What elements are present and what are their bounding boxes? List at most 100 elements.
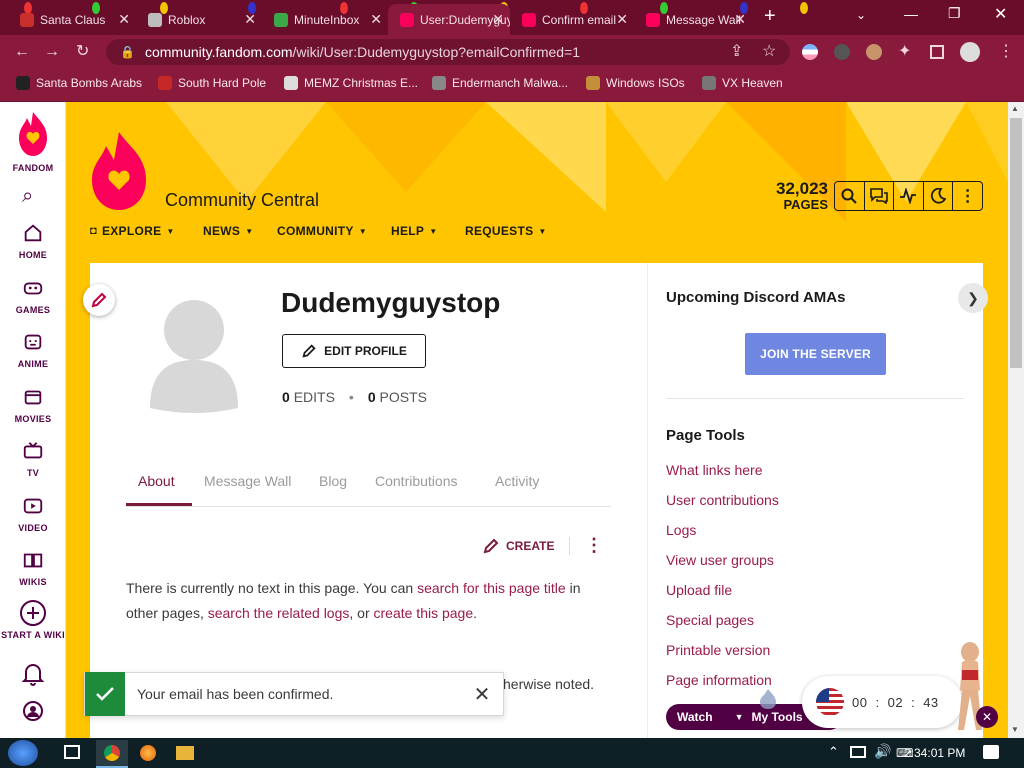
rail-item-wikis[interactable]: WIKIS: [0, 549, 66, 587]
close-icon[interactable]: ✕: [492, 11, 504, 28]
back-icon[interactable]: ←: [14, 43, 30, 61]
fandom-logo-icon[interactable]: [17, 110, 49, 158]
bookmark-item[interactable]: VX Heaven: [702, 76, 783, 90]
page-tool-link[interactable]: What links here: [666, 462, 762, 478]
file-explorer-icon[interactable]: [176, 746, 194, 760]
tab-contributions[interactable]: Contributions: [375, 473, 458, 489]
scroll-down-icon[interactable]: ▼: [1011, 725, 1019, 734]
reload-icon[interactable]: ↻: [76, 43, 89, 61]
tab-user-page[interactable]: User:Dudemyguystop ✕: [388, 4, 510, 35]
bookmark-item[interactable]: Santa Bombs Arabs: [16, 76, 142, 90]
close-icon[interactable]: ✕: [370, 11, 382, 28]
search-icon[interactable]: ⌕: [22, 185, 33, 208]
rail-item-video[interactable]: VIDEO: [0, 495, 66, 533]
edit-page-button[interactable]: [83, 284, 115, 316]
close-icon[interactable]: ✕: [616, 11, 628, 28]
tab-roblox[interactable]: Roblox ✕: [136, 4, 262, 35]
page-tool-link[interactable]: Page information: [666, 672, 772, 688]
close-icon[interactable]: ✕: [734, 11, 746, 28]
taskbar-clock[interactable]: 2:34:01 PM: [904, 746, 965, 760]
bookmark-item[interactable]: Endermanch Malwa...: [432, 76, 568, 90]
window-close-icon[interactable]: ✕: [994, 4, 1007, 24]
discussions-button[interactable]: [865, 182, 895, 210]
timer-close-icon[interactable]: ✕: [976, 706, 998, 728]
wiki-more-button[interactable]: ⋮: [953, 182, 982, 210]
rail-item-anime[interactable]: ANIME: [0, 331, 66, 369]
tab-blog[interactable]: Blog: [319, 473, 347, 489]
toast-close-icon[interactable]: ✕: [461, 682, 503, 707]
rail-item-games[interactable]: GAMES: [0, 277, 66, 315]
forward-icon[interactable]: →: [44, 43, 60, 61]
page-tool-link[interactable]: Upload file: [666, 582, 732, 598]
rail-item-home[interactable]: HOME: [0, 222, 66, 260]
tab-search-icon[interactable]: ⌄: [856, 8, 866, 22]
create-page-link[interactable]: create this page: [374, 605, 474, 621]
side-panel-icon[interactable]: [930, 45, 944, 59]
join-server-button[interactable]: JOIN THE SERVER: [745, 333, 886, 375]
extensions-puzzle-icon[interactable]: ✦: [898, 43, 911, 61]
page-tool-link[interactable]: View user groups: [666, 552, 774, 568]
edit-profile-button[interactable]: EDIT PROFILE: [282, 334, 426, 368]
search-logs-link[interactable]: search the related logs: [208, 605, 350, 621]
address-bar[interactable]: 🔒 community.fandom.com/wiki/User:Dudemyg…: [106, 39, 790, 65]
tab-about[interactable]: About: [138, 473, 175, 489]
watch-button[interactable]: Watch: [677, 710, 713, 724]
firefox-icon[interactable]: [140, 745, 156, 761]
tab-confirm-email[interactable]: Confirm email ✕: [510, 4, 634, 35]
scrollbar-thumb[interactable]: [1010, 118, 1022, 368]
tab-santa[interactable]: Santa Claus ✕: [8, 4, 136, 35]
my-tools-button[interactable]: My Tools: [751, 710, 802, 724]
browser-menu-icon[interactable]: ⋮: [998, 43, 1014, 61]
nav-community[interactable]: COMMUNITY ▼: [277, 224, 367, 238]
rail-item-movies[interactable]: MOVIES: [0, 386, 66, 424]
page-tool-link[interactable]: Special pages: [666, 612, 754, 628]
extension-flag-icon[interactable]: [802, 44, 818, 60]
rail-collapse-button[interactable]: ❯: [958, 283, 988, 313]
tab-message-wall[interactable]: Message Wall: [204, 473, 291, 489]
page-tool-link[interactable]: User contributions: [666, 492, 779, 508]
rail-item-tv[interactable]: TV: [0, 440, 66, 478]
nav-explore[interactable]: ◘ EXPLORE ▼: [90, 224, 175, 238]
posts-stat[interactable]: 0 POSTS: [368, 389, 427, 405]
tab-activity[interactable]: Activity: [495, 473, 539, 489]
share-icon[interactable]: ⇪: [730, 43, 743, 61]
search-page-title-link[interactable]: search for this page title: [417, 580, 566, 596]
nav-news[interactable]: NEWS ▼: [203, 224, 253, 238]
network-icon[interactable]: [850, 746, 866, 758]
bookmark-item[interactable]: South Hard Pole: [158, 76, 266, 90]
extension-s-icon[interactable]: [834, 44, 850, 60]
action-center-icon[interactable]: [983, 745, 999, 759]
new-tab-button[interactable]: +: [764, 5, 776, 28]
tab-message-wall[interactable]: Message Wall ✕: [634, 4, 752, 35]
community-central-logo-icon[interactable]: [90, 130, 148, 212]
bookmark-star-icon[interactable]: ☆: [762, 43, 776, 61]
page-tool-link[interactable]: Printable version: [666, 642, 770, 658]
page-tool-link[interactable]: Logs: [666, 522, 696, 538]
bookmark-item[interactable]: MEMZ Christmas E...: [284, 76, 418, 90]
wiki-name[interactable]: Community Central: [165, 190, 319, 211]
edits-stat[interactable]: 0 EDITS: [282, 389, 335, 405]
task-view-icon[interactable]: [64, 745, 80, 759]
recent-changes-button[interactable]: [894, 182, 924, 210]
close-icon[interactable]: ✕: [244, 11, 256, 28]
taskbar-chrome[interactable]: [96, 740, 128, 768]
close-icon[interactable]: ✕: [118, 11, 130, 28]
nav-help[interactable]: HELP ▼: [391, 224, 437, 238]
wiki-search-button[interactable]: [835, 182, 865, 210]
start-button[interactable]: [8, 740, 38, 766]
scroll-up-icon[interactable]: ▲: [1011, 104, 1019, 113]
rail-item-start-wiki[interactable]: START A WIKI: [0, 599, 66, 641]
bookmark-item[interactable]: Windows ISOs: [586, 76, 685, 90]
url-text[interactable]: community.fandom.com/wiki/User:Dudemyguy…: [145, 44, 580, 60]
page-actions-more-icon[interactable]: ⋮: [585, 535, 603, 556]
notifications-bell-icon[interactable]: [22, 662, 44, 686]
tray-chevron-icon[interactable]: ⌃: [828, 744, 839, 760]
volume-icon[interactable]: 🔊: [874, 743, 891, 760]
restore-icon[interactable]: ❐: [948, 5, 961, 22]
tab-minuteinbox[interactable]: MinuteInbox ✕: [262, 4, 388, 35]
user-account-icon[interactable]: [22, 700, 44, 722]
theme-toggle-button[interactable]: [924, 182, 954, 210]
extension-avatar-icon[interactable]: [866, 44, 882, 60]
minimize-icon[interactable]: —: [904, 6, 918, 22]
create-button[interactable]: CREATE: [482, 537, 554, 555]
